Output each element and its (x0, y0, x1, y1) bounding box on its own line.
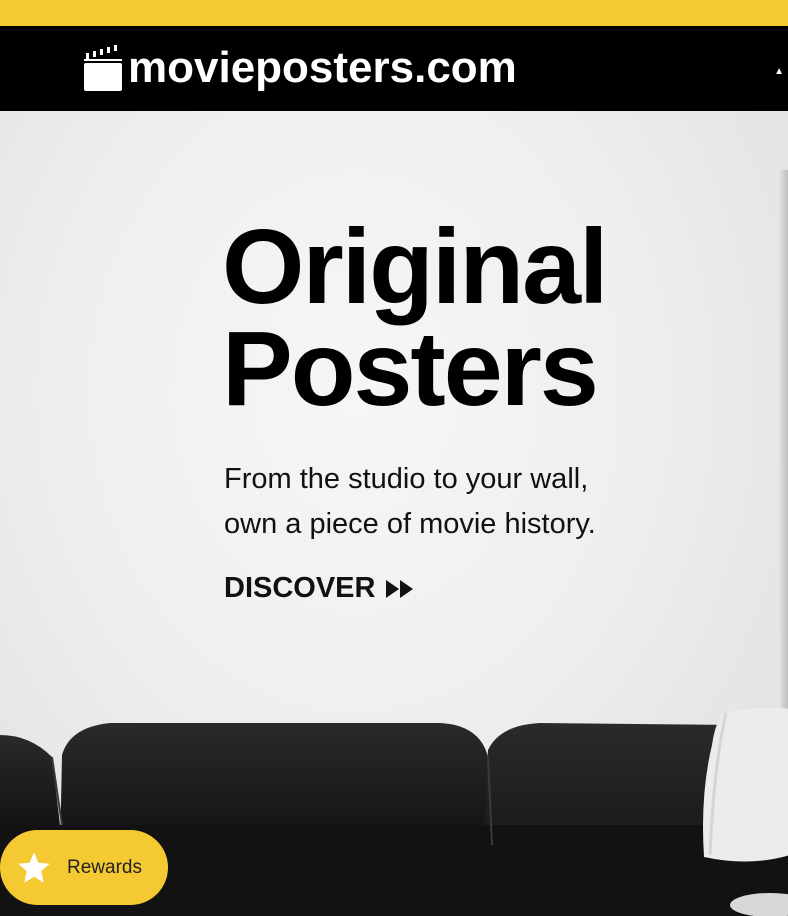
headline-line-1: Original (222, 208, 609, 326)
subtext-line-1: From the studio to your wall, (224, 463, 589, 495)
star-icon (18, 851, 50, 883)
clapperboard-icon (84, 45, 122, 91)
headline-line-2: Posters (222, 310, 599, 428)
header-edge-glyph: ▲ (774, 66, 784, 77)
wall-frame-image (778, 170, 788, 730)
subtext-line-2: own a piece of movie history. (224, 508, 596, 540)
pillow-image (703, 707, 788, 862)
hero-headline: Original Posters (222, 214, 609, 422)
discover-label: DISCOVER (224, 572, 376, 604)
rewards-button[interactable]: Rewards (0, 830, 168, 905)
rewards-label: Rewards (67, 856, 142, 878)
fast-forward-icon (386, 579, 414, 598)
logo-text: movieposters.com (128, 43, 517, 92)
discover-link[interactable]: DISCOVER (224, 572, 415, 605)
hero-subtext: From the studio to your wall, own a piec… (224, 457, 694, 547)
promo-bar (0, 0, 788, 26)
site-logo[interactable]: movieposters.com (84, 38, 517, 98)
